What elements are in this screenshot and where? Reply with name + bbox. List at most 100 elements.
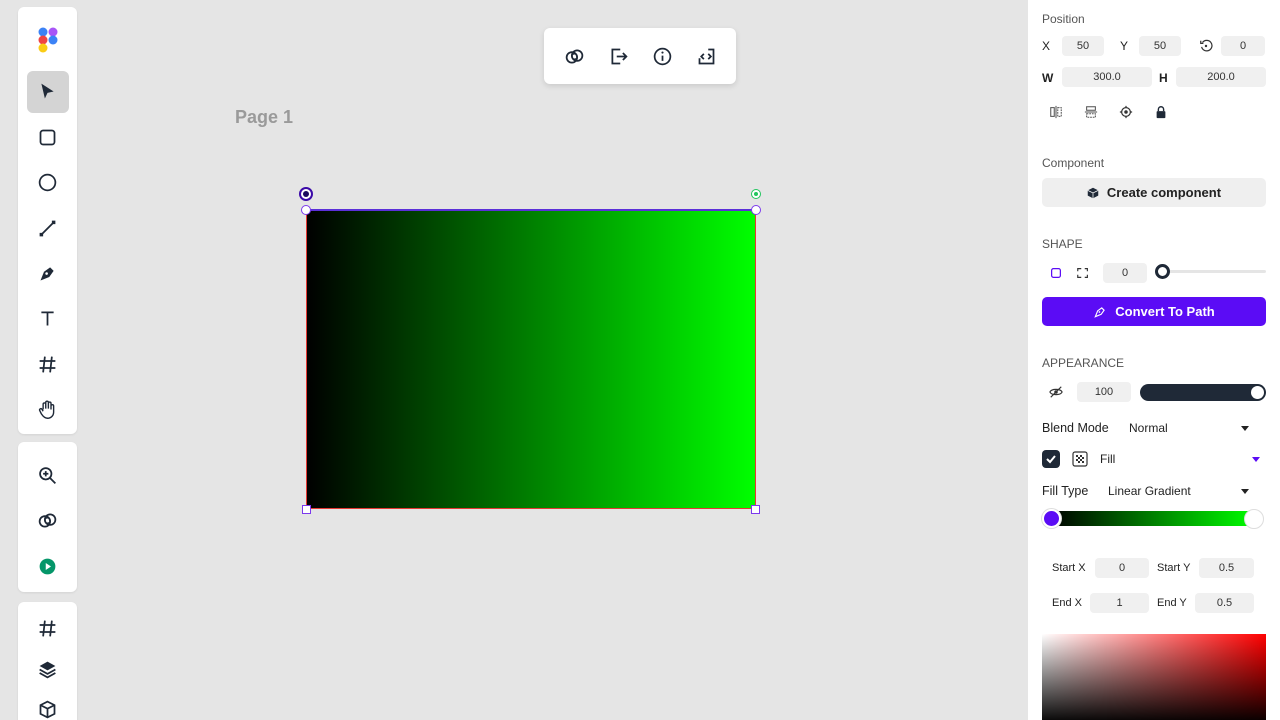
position-title: Position (1042, 12, 1085, 26)
h-label: H (1159, 71, 1168, 85)
main-toolbar (18, 7, 77, 434)
end-y-field[interactable]: 0.5 (1195, 593, 1254, 613)
link-button[interactable] (557, 39, 591, 73)
selection-edge (306, 209, 756, 211)
target-icon[interactable] (1116, 102, 1136, 122)
independent-corners-icon[interactable] (1073, 263, 1093, 283)
selection-toolbar (544, 28, 736, 84)
page-label[interactable]: Page 1 (235, 107, 293, 128)
blend-mode-label: Blend Mode (1042, 421, 1109, 435)
end-x-field[interactable]: 1 (1090, 593, 1149, 613)
hash-icon (39, 620, 56, 637)
height-field[interactable]: 200.0 (1176, 67, 1266, 87)
components-panel[interactable] (27, 691, 69, 720)
rings-icon (565, 49, 583, 63)
x-label: X (1042, 39, 1051, 53)
bottom-left-handle[interactable] (302, 505, 311, 514)
text-tool[interactable] (27, 298, 69, 340)
chevron-down-icon (1241, 488, 1249, 494)
convert-to-path-label: Convert To Path (1115, 304, 1215, 319)
radius-field[interactable]: 0 (1103, 263, 1147, 283)
boolean-tool[interactable] (27, 500, 69, 542)
color-picker-area[interactable] (1042, 634, 1266, 720)
play-tool[interactable] (27, 545, 69, 587)
radius-slider-knob[interactable] (1155, 264, 1170, 279)
pen-icon (1094, 306, 1106, 318)
x-field[interactable]: 50 (1062, 36, 1104, 56)
panels-toolbar (18, 602, 77, 720)
fill-type-label: Fill Type (1042, 484, 1089, 498)
frame-tool[interactable] (27, 343, 69, 385)
convert-to-path-button[interactable]: Convert To Path (1042, 297, 1266, 326)
component-title: Component (1042, 156, 1105, 170)
top-left-handle[interactable] (301, 205, 311, 215)
box-icon (39, 701, 56, 719)
create-component-button[interactable]: Create component (1042, 178, 1266, 207)
gradient-stop-start[interactable] (1042, 509, 1061, 528)
circle-icon (38, 173, 57, 192)
gradient-rectangle[interactable] (306, 210, 756, 509)
shape-title: SHAPE (1042, 237, 1083, 251)
gradient-stop-end[interactable] (1244, 509, 1264, 529)
start-y-field[interactable]: 0.5 (1199, 558, 1254, 578)
checker-icon (1070, 449, 1090, 469)
zoom-tool[interactable] (27, 454, 69, 496)
cube-icon (1087, 187, 1099, 198)
rings-icon (38, 513, 57, 528)
layers-panel[interactable] (27, 651, 69, 688)
select-tool[interactable] (26, 70, 69, 113)
opacity-slider-knob[interactable] (1251, 386, 1264, 399)
eye-off-icon[interactable] (1046, 382, 1066, 402)
app-logo[interactable] (27, 19, 69, 61)
start-y-label: Start Y (1157, 562, 1191, 574)
rotation-icon (1196, 36, 1216, 56)
properties-panel: Position X 50 Y 50 0 W 300.0 H 200.0 Com… (1028, 0, 1280, 720)
line-tool[interactable] (27, 207, 69, 249)
rectangle-tool[interactable] (27, 116, 69, 158)
fill-checkbox[interactable] (1042, 450, 1060, 468)
origin-handle[interactable] (299, 187, 313, 201)
pen-icon (40, 267, 54, 281)
info-button[interactable] (645, 39, 679, 73)
start-x-label: Start X (1052, 562, 1086, 574)
hand-icon (38, 400, 55, 420)
hand-tool[interactable] (27, 389, 69, 431)
corner-radius-icon[interactable] (1046, 263, 1066, 283)
hash-icon (39, 356, 56, 373)
ellipse-tool[interactable] (27, 162, 69, 204)
gradient-bar[interactable] (1050, 511, 1256, 526)
end-y-label: End Y (1157, 597, 1187, 609)
blend-mode-value: Normal (1129, 421, 1168, 435)
fill-select[interactable]: Fill (1100, 452, 1260, 466)
zoom-in-icon (39, 466, 56, 484)
blend-mode-select[interactable]: Normal (1129, 421, 1249, 435)
play-icon (39, 558, 56, 574)
pen-tool[interactable] (27, 252, 69, 294)
lock-icon[interactable] (1151, 102, 1171, 122)
code-button[interactable] (689, 39, 723, 73)
start-x-field[interactable]: 0 (1095, 558, 1149, 578)
export-button[interactable] (601, 39, 635, 73)
cursor-icon (41, 83, 54, 99)
y-label: Y (1120, 39, 1129, 53)
top-right-handle[interactable] (751, 205, 761, 215)
fill-type-select[interactable]: Linear Gradient (1108, 484, 1249, 498)
radius-slider-track[interactable] (1162, 270, 1266, 273)
appearance-title: APPEARANCE (1042, 356, 1125, 370)
fill-label: Fill (1100, 452, 1116, 466)
frames-panel[interactable] (27, 610, 69, 647)
flip-vertical-icon[interactable] (1081, 102, 1101, 122)
code-icon (698, 48, 714, 64)
export-icon (611, 48, 628, 64)
fill-type-value: Linear Gradient (1108, 484, 1191, 498)
rotation-field[interactable]: 0 (1221, 36, 1265, 56)
y-field[interactable]: 50 (1139, 36, 1181, 56)
bottom-right-handle[interactable] (751, 505, 760, 514)
opacity-slider[interactable] (1140, 384, 1266, 401)
info-icon (653, 47, 671, 65)
width-field[interactable]: 300.0 (1062, 67, 1152, 87)
gradient-end-handle[interactable] (751, 189, 761, 199)
layers-icon (39, 661, 56, 679)
opacity-field[interactable]: 100 (1077, 382, 1131, 402)
flip-horizontal-icon[interactable] (1046, 102, 1066, 122)
